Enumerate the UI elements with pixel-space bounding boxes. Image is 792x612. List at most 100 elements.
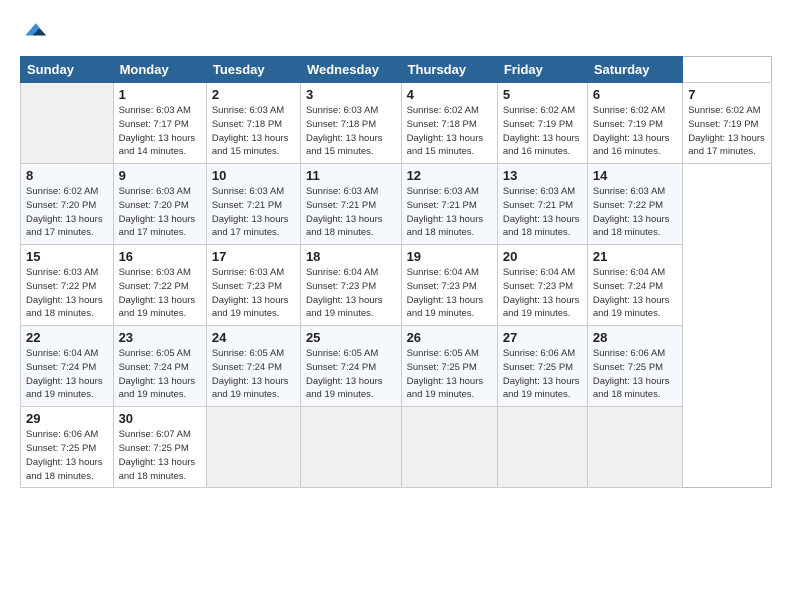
- day-info: Sunrise: 6:03 AMSunset: 7:22 PMDaylight:…: [119, 266, 201, 321]
- day-cell: 21 Sunrise: 6:04 AMSunset: 7:24 PMDaylig…: [587, 245, 682, 326]
- day-info: Sunrise: 6:04 AMSunset: 7:24 PMDaylight:…: [593, 266, 677, 321]
- day-cell: 20 Sunrise: 6:04 AMSunset: 7:23 PMDaylig…: [497, 245, 587, 326]
- day-number: 11: [306, 168, 396, 183]
- day-cell: [587, 407, 682, 488]
- day-cell: 4 Sunrise: 6:02 AMSunset: 7:18 PMDayligh…: [401, 83, 497, 164]
- day-number: 1: [119, 87, 201, 102]
- day-info: Sunrise: 6:03 AMSunset: 7:21 PMDaylight:…: [503, 185, 582, 240]
- day-number: 16: [119, 249, 201, 264]
- day-info: Sunrise: 6:05 AMSunset: 7:24 PMDaylight:…: [119, 347, 201, 402]
- day-info: Sunrise: 6:03 AMSunset: 7:20 PMDaylight:…: [119, 185, 201, 240]
- day-number: 4: [407, 87, 492, 102]
- day-cell: 9 Sunrise: 6:03 AMSunset: 7:20 PMDayligh…: [113, 164, 206, 245]
- day-number: 27: [503, 330, 582, 345]
- day-cell: 19 Sunrise: 6:04 AMSunset: 7:23 PMDaylig…: [401, 245, 497, 326]
- day-info: Sunrise: 6:05 AMSunset: 7:24 PMDaylight:…: [306, 347, 396, 402]
- day-cell: 29 Sunrise: 6:06 AMSunset: 7:25 PMDaylig…: [21, 407, 114, 488]
- day-number: 8: [26, 168, 108, 183]
- day-cell: 8 Sunrise: 6:02 AMSunset: 7:20 PMDayligh…: [21, 164, 114, 245]
- day-number: 14: [593, 168, 677, 183]
- day-number: 21: [593, 249, 677, 264]
- header-thursday: Thursday: [401, 57, 497, 83]
- day-cell: 12 Sunrise: 6:03 AMSunset: 7:21 PMDaylig…: [401, 164, 497, 245]
- day-info: Sunrise: 6:02 AMSunset: 7:19 PMDaylight:…: [593, 104, 677, 159]
- day-number: 2: [212, 87, 295, 102]
- day-info: Sunrise: 6:03 AMSunset: 7:21 PMDaylight:…: [306, 185, 396, 240]
- day-number: 25: [306, 330, 396, 345]
- week-row-1: 1 Sunrise: 6:03 AMSunset: 7:17 PMDayligh…: [21, 83, 772, 164]
- day-info: Sunrise: 6:05 AMSunset: 7:24 PMDaylight:…: [212, 347, 295, 402]
- day-info: Sunrise: 6:04 AMSunset: 7:23 PMDaylight:…: [306, 266, 396, 321]
- day-cell: 23 Sunrise: 6:05 AMSunset: 7:24 PMDaylig…: [113, 326, 206, 407]
- day-cell: 25 Sunrise: 6:05 AMSunset: 7:24 PMDaylig…: [300, 326, 401, 407]
- day-info: Sunrise: 6:04 AMSunset: 7:23 PMDaylight:…: [407, 266, 492, 321]
- day-number: 17: [212, 249, 295, 264]
- day-cell: 28 Sunrise: 6:06 AMSunset: 7:25 PMDaylig…: [587, 326, 682, 407]
- logo-icon: [20, 18, 48, 46]
- week-row-5: 29 Sunrise: 6:06 AMSunset: 7:25 PMDaylig…: [21, 407, 772, 488]
- day-info: Sunrise: 6:05 AMSunset: 7:25 PMDaylight:…: [407, 347, 492, 402]
- day-cell: 26 Sunrise: 6:05 AMSunset: 7:25 PMDaylig…: [401, 326, 497, 407]
- day-info: Sunrise: 6:04 AMSunset: 7:24 PMDaylight:…: [26, 347, 108, 402]
- day-number: 15: [26, 249, 108, 264]
- week-row-4: 22 Sunrise: 6:04 AMSunset: 7:24 PMDaylig…: [21, 326, 772, 407]
- day-info: Sunrise: 6:03 AMSunset: 7:22 PMDaylight:…: [26, 266, 108, 321]
- day-cell: 17 Sunrise: 6:03 AMSunset: 7:23 PMDaylig…: [206, 245, 300, 326]
- day-cell: 10 Sunrise: 6:03 AMSunset: 7:21 PMDaylig…: [206, 164, 300, 245]
- day-info: Sunrise: 6:04 AMSunset: 7:23 PMDaylight:…: [503, 266, 582, 321]
- day-number: 6: [593, 87, 677, 102]
- day-info: Sunrise: 6:03 AMSunset: 7:21 PMDaylight:…: [407, 185, 492, 240]
- day-cell: 16 Sunrise: 6:03 AMSunset: 7:22 PMDaylig…: [113, 245, 206, 326]
- day-cell: [21, 83, 114, 164]
- day-number: 24: [212, 330, 295, 345]
- day-cell: [206, 407, 300, 488]
- day-cell: 7 Sunrise: 6:02 AMSunset: 7:19 PMDayligh…: [683, 83, 772, 164]
- day-cell: 6 Sunrise: 6:02 AMSunset: 7:19 PMDayligh…: [587, 83, 682, 164]
- day-cell: [401, 407, 497, 488]
- day-cell: 3 Sunrise: 6:03 AMSunset: 7:18 PMDayligh…: [300, 83, 401, 164]
- day-info: Sunrise: 6:06 AMSunset: 7:25 PMDaylight:…: [593, 347, 677, 402]
- day-number: 28: [593, 330, 677, 345]
- day-cell: 5 Sunrise: 6:02 AMSunset: 7:19 PMDayligh…: [497, 83, 587, 164]
- day-number: 13: [503, 168, 582, 183]
- day-info: Sunrise: 6:06 AMSunset: 7:25 PMDaylight:…: [503, 347, 582, 402]
- logo: [20, 18, 52, 46]
- day-info: Sunrise: 6:03 AMSunset: 7:22 PMDaylight:…: [593, 185, 677, 240]
- day-number: 7: [688, 87, 766, 102]
- header-row: [20, 18, 772, 46]
- header-wednesday: Wednesday: [300, 57, 401, 83]
- day-cell: 15 Sunrise: 6:03 AMSunset: 7:22 PMDaylig…: [21, 245, 114, 326]
- day-number: 29: [26, 411, 108, 426]
- day-cell: 14 Sunrise: 6:03 AMSunset: 7:22 PMDaylig…: [587, 164, 682, 245]
- day-number: 5: [503, 87, 582, 102]
- day-cell: 22 Sunrise: 6:04 AMSunset: 7:24 PMDaylig…: [21, 326, 114, 407]
- header-friday: Friday: [497, 57, 587, 83]
- day-info: Sunrise: 6:03 AMSunset: 7:18 PMDaylight:…: [306, 104, 396, 159]
- page: SundayMondayTuesdayWednesdayThursdayFrid…: [0, 0, 792, 612]
- day-cell: 11 Sunrise: 6:03 AMSunset: 7:21 PMDaylig…: [300, 164, 401, 245]
- day-number: 12: [407, 168, 492, 183]
- day-cell: 2 Sunrise: 6:03 AMSunset: 7:18 PMDayligh…: [206, 83, 300, 164]
- day-cell: [497, 407, 587, 488]
- header-saturday: Saturday: [587, 57, 682, 83]
- day-info: Sunrise: 6:02 AMSunset: 7:19 PMDaylight:…: [688, 104, 766, 159]
- week-row-3: 15 Sunrise: 6:03 AMSunset: 7:22 PMDaylig…: [21, 245, 772, 326]
- day-info: Sunrise: 6:02 AMSunset: 7:19 PMDaylight:…: [503, 104, 582, 159]
- day-cell: 24 Sunrise: 6:05 AMSunset: 7:24 PMDaylig…: [206, 326, 300, 407]
- day-number: 26: [407, 330, 492, 345]
- day-cell: 30 Sunrise: 6:07 AMSunset: 7:25 PMDaylig…: [113, 407, 206, 488]
- day-info: Sunrise: 6:03 AMSunset: 7:23 PMDaylight:…: [212, 266, 295, 321]
- day-cell: 13 Sunrise: 6:03 AMSunset: 7:21 PMDaylig…: [497, 164, 587, 245]
- day-number: 19: [407, 249, 492, 264]
- header-row-days: SundayMondayTuesdayWednesdayThursdayFrid…: [21, 57, 772, 83]
- day-number: 20: [503, 249, 582, 264]
- calendar-table: SundayMondayTuesdayWednesdayThursdayFrid…: [20, 56, 772, 488]
- day-info: Sunrise: 6:02 AMSunset: 7:18 PMDaylight:…: [407, 104, 492, 159]
- day-cell: 27 Sunrise: 6:06 AMSunset: 7:25 PMDaylig…: [497, 326, 587, 407]
- week-row-2: 8 Sunrise: 6:02 AMSunset: 7:20 PMDayligh…: [21, 164, 772, 245]
- day-cell: 18 Sunrise: 6:04 AMSunset: 7:23 PMDaylig…: [300, 245, 401, 326]
- day-number: 10: [212, 168, 295, 183]
- day-cell: [300, 407, 401, 488]
- day-cell: 1 Sunrise: 6:03 AMSunset: 7:17 PMDayligh…: [113, 83, 206, 164]
- day-info: Sunrise: 6:06 AMSunset: 7:25 PMDaylight:…: [26, 428, 108, 483]
